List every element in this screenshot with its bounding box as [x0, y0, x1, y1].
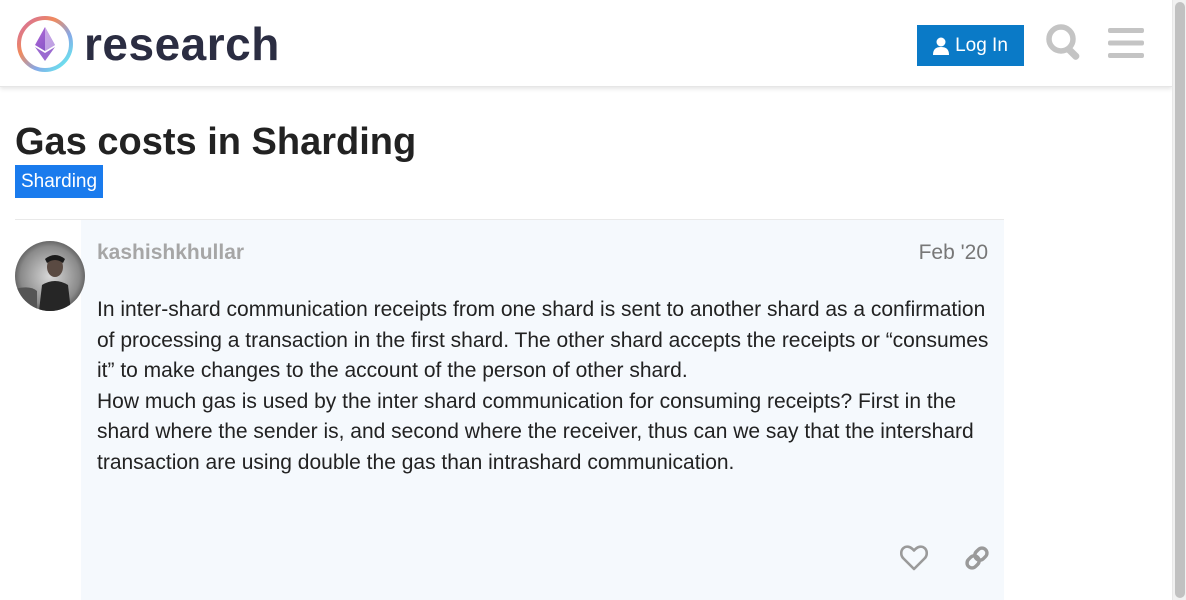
link-icon	[965, 546, 989, 570]
post-author[interactable]: kashishkhullar	[97, 240, 244, 266]
ethereum-logo-icon	[17, 16, 73, 72]
category-badge[interactable]: Sharding	[15, 165, 104, 198]
hamburger-menu-icon	[1108, 28, 1144, 58]
post-date[interactable]: Feb '20	[919, 240, 988, 266]
site-logo[interactable]: research	[16, 15, 280, 73]
search-icon	[1046, 24, 1080, 60]
user-icon	[933, 37, 950, 55]
avatar-image	[15, 241, 85, 311]
search-button[interactable]	[1044, 22, 1086, 64]
topic-title[interactable]: Gas costs in Sharding	[15, 118, 416, 166]
login-label: Log In	[955, 34, 1008, 56]
hamburger-menu-button[interactable]	[1105, 22, 1147, 64]
login-button[interactable]: Log In	[917, 25, 1024, 66]
site-header: research Log In	[0, 0, 1172, 87]
post-body: In inter-shard communication receipts fr…	[97, 295, 997, 478]
page-scrollbar[interactable]	[1172, 0, 1186, 600]
like-button[interactable]	[896, 540, 932, 576]
post-paragraph: In inter-shard communication receipts fr…	[97, 298, 989, 382]
post-paragraph: How much gas is used by the inter shard …	[97, 389, 974, 474]
avatar[interactable]	[15, 241, 85, 311]
share-link-button[interactable]	[959, 540, 995, 576]
heart-icon	[900, 545, 928, 571]
scrollbar-thumb[interactable]	[1175, 2, 1185, 598]
site-name: research	[84, 18, 280, 70]
